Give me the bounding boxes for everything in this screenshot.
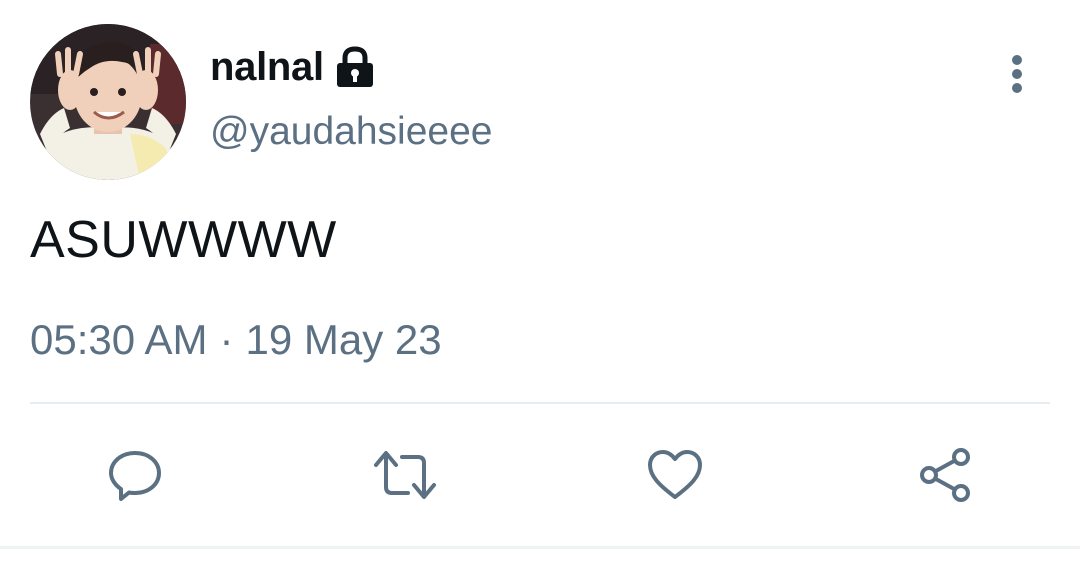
user-handle[interactable]: @yaudahsieeee: [210, 110, 492, 154]
more-vertical-icon[interactable]: [1000, 52, 1034, 100]
tweet-date: 19 May 23: [245, 316, 442, 363]
retweet-button[interactable]: [370, 440, 440, 510]
like-button[interactable]: [640, 440, 710, 510]
share-icon: [920, 448, 970, 502]
retweet-icon: [374, 451, 436, 499]
divider: [30, 402, 1050, 404]
tweet-time: 05:30 AM: [30, 316, 208, 363]
share-button[interactable]: [910, 440, 980, 510]
tweet-detail: nalnal @yaudahsieeee ASUWWWW 05:30 AM · 19…: [0, 0, 1080, 567]
tweet-timestamp[interactable]: 05:30 AM · 19 May 23: [30, 316, 442, 364]
lock-icon: [334, 45, 376, 89]
reply-icon: [109, 451, 161, 501]
display-name-row: nalnal: [210, 42, 376, 92]
avatar[interactable]: [30, 24, 186, 180]
avatar-image: [30, 24, 186, 180]
bottom-divider: [0, 546, 1080, 549]
reply-button[interactable]: [100, 440, 170, 510]
heart-icon: [648, 450, 702, 499]
timestamp-separator: ·: [219, 316, 234, 363]
display-name[interactable]: nalnal: [210, 45, 324, 90]
tweet-text: ASUWWWW: [30, 211, 337, 269]
